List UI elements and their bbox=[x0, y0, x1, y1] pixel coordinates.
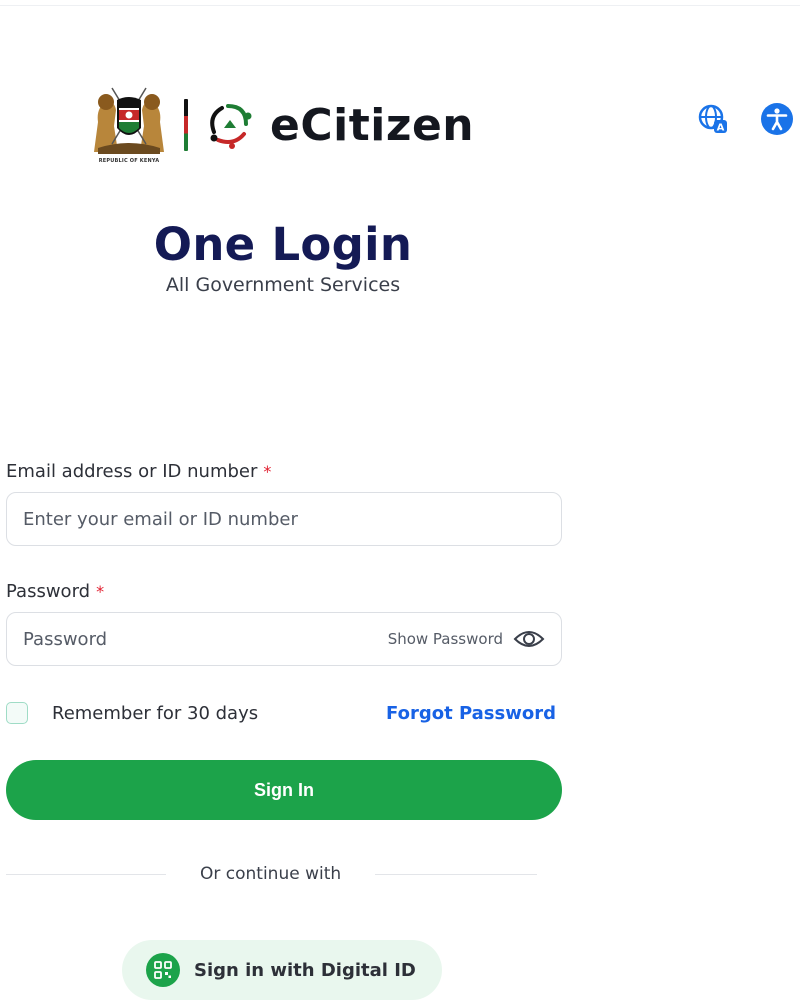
brand-header: REPUBLIC OF KENYA eCitizen bbox=[88, 80, 474, 170]
show-password-toggle[interactable]: Show Password bbox=[388, 628, 545, 650]
show-password-label[interactable]: Show Password bbox=[388, 630, 503, 648]
email-placeholder[interactable]: Enter your email or ID number bbox=[23, 509, 545, 530]
required-marker: * bbox=[263, 461, 272, 481]
password-label-text: Password bbox=[6, 580, 91, 602]
password-label: Password * bbox=[6, 578, 562, 604]
password-field[interactable]: Password Show Password bbox=[6, 612, 562, 666]
remember-checkbox[interactable] bbox=[6, 702, 28, 724]
hero: One Login All Government Services bbox=[120, 216, 446, 296]
email-field[interactable]: Enter your email or ID number bbox=[6, 492, 562, 546]
remember-label: Remember for 30 days bbox=[52, 702, 259, 724]
divider-line-right bbox=[375, 873, 538, 875]
email-label-text: Email address or ID number bbox=[6, 460, 258, 482]
digital-id-button[interactable]: Sign in with Digital ID bbox=[122, 940, 442, 1000]
page-title: One Login bbox=[153, 218, 413, 271]
required-marker: * bbox=[96, 581, 105, 601]
forgot-password-link[interactable]: Forgot Password bbox=[386, 703, 556, 724]
page-subtitle: All Government Services bbox=[165, 274, 401, 296]
globe-translate-icon[interactable]: A bbox=[696, 102, 730, 136]
brand-name: eCitizen bbox=[270, 99, 475, 151]
digital-id-icon bbox=[146, 953, 180, 987]
email-label: Email address or ID number * bbox=[6, 458, 562, 484]
digital-id-label[interactable]: Sign in with Digital ID bbox=[194, 960, 416, 981]
svg-text:A: A bbox=[717, 123, 725, 134]
ecitizen-logo-icon bbox=[202, 98, 256, 152]
eye-icon[interactable] bbox=[513, 628, 545, 650]
kenya-flag-divider bbox=[184, 99, 188, 151]
kenya-coat-of-arms: REPUBLIC OF KENYA bbox=[88, 82, 170, 168]
sign-in-button[interactable]: Sign In bbox=[6, 760, 562, 820]
password-placeholder[interactable]: Password bbox=[23, 629, 388, 650]
coat-of-arms-caption: REPUBLIC OF KENYA bbox=[98, 158, 160, 164]
utility-icons: A bbox=[696, 102, 794, 136]
login-form: Email address or ID number * Enter your … bbox=[6, 458, 562, 886]
accessibility-icon[interactable] bbox=[760, 102, 794, 136]
or-continue-text: Or continue with bbox=[200, 864, 342, 884]
remember-row: Remember for 30 days Forgot Password bbox=[6, 698, 562, 728]
divider-line-left bbox=[6, 873, 166, 875]
or-divider: Or continue with bbox=[6, 862, 562, 886]
top-border bbox=[0, 0, 800, 6]
